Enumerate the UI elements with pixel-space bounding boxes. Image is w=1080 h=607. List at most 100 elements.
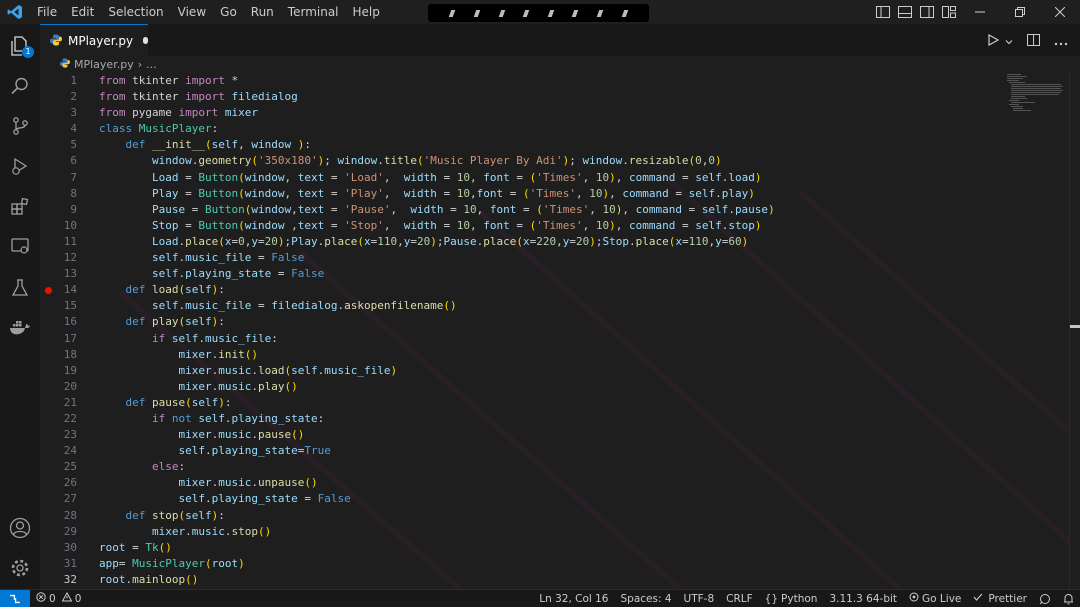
code-text: if not self.playing_state: [151, 411, 325, 425]
indentation[interactable]: Spaces: 4 [614, 590, 677, 607]
code-line: 9 Pause = Button(window,text = 'Pause', … [40, 202, 1040, 218]
line-number: 32 [63, 572, 77, 586]
docker-icon[interactable] [0, 308, 40, 348]
code-text: from tkinter import * [99, 74, 239, 87]
restore-icon[interactable] [1000, 0, 1040, 24]
code-text: window.geometry('350x180'); window.title… [151, 154, 722, 168]
line-number: 24 [63, 444, 77, 458]
go-live-button[interactable]: Go Live [903, 590, 967, 607]
menu-selection[interactable]: Selection [101, 0, 170, 24]
code-text: root.mainloop() [99, 572, 199, 586]
toggle-panel-icon[interactable] [894, 0, 916, 24]
remote-explorer-icon[interactable] [0, 226, 40, 266]
line-number: 31 [63, 556, 77, 570]
code-line: 14 def load(self): [40, 282, 1040, 298]
search-icon[interactable] [0, 66, 40, 106]
split-editor-icon[interactable] [1027, 31, 1040, 50]
source-control-icon[interactable] [0, 106, 40, 146]
menu-edit[interactable]: Edit [64, 0, 101, 24]
python-interpreter[interactable]: 3.11.3 64-bit [823, 590, 903, 607]
code-line: 30 root = Tk() [40, 540, 1040, 556]
toggle-primary-sidebar-icon[interactable] [872, 0, 894, 24]
breadcrumb-file[interactable]: MPlayer.py [74, 58, 134, 71]
code-line: 1 from tkinter import * [40, 73, 1040, 89]
run-debug-icon[interactable] [0, 146, 40, 186]
code-line: 19 mixer.music.load(self.music_file) [40, 363, 1040, 379]
code-text: self.playing_state=True [178, 444, 331, 458]
code-text: Stop = Button(window ,text = 'Stop', wid… [151, 218, 762, 232]
line-number: 8 [70, 186, 77, 200]
menu-file[interactable]: File [30, 0, 64, 24]
menu-terminal[interactable]: Terminal [281, 0, 346, 24]
line-number: 9 [70, 202, 77, 216]
close-icon[interactable] [1040, 0, 1080, 24]
prettier-button[interactable]: Prettier [967, 590, 1033, 607]
command-center[interactable] [428, 4, 649, 22]
language-mode[interactable]: {} Python [759, 590, 824, 607]
remote-indicator-icon[interactable] [0, 589, 30, 607]
code-text: class MusicPlayer: [99, 122, 219, 136]
customize-layout-icon[interactable] [938, 0, 960, 24]
menu-help[interactable]: Help [346, 0, 387, 24]
breadcrumb-more[interactable]: ... [146, 58, 157, 71]
line-number: 4 [70, 122, 77, 136]
feedback-icon[interactable] [1033, 593, 1057, 605]
code-text: Load = Button(window, text = 'Load', wid… [151, 170, 762, 184]
manage-gear-icon[interactable] [0, 548, 40, 588]
code-text: def __init__(self, window ): [125, 138, 311, 152]
problems-indicator[interactable]: 0 0 [36, 591, 81, 605]
code-text: self.playing_state = False [178, 492, 351, 506]
testing-icon[interactable] [0, 268, 40, 308]
vertical-scrollbar[interactable] [1069, 72, 1080, 589]
code-lines: 1 from tkinter import * 2 from tkinter imp… [40, 73, 1040, 588]
code-line: 21 def pause(self): [40, 395, 1040, 411]
code-line: 27 self.playing_state = False [40, 491, 1040, 507]
status-bar: 0 0 Ln 32, Col 16 Spaces: 4 UTF-8 CRLF {… [0, 589, 1080, 607]
code-text: mixer.music.unpause() [178, 476, 318, 490]
run-icon[interactable] [987, 31, 1000, 50]
go-live-label: Go Live [922, 593, 962, 605]
code-line: 20 mixer.music.play() [40, 379, 1040, 395]
more-icon[interactable] [1054, 31, 1068, 50]
line-number: 13 [63, 267, 77, 281]
chevron-right-icon: › [137, 57, 143, 71]
unsaved-dot-icon[interactable] [143, 37, 148, 44]
code-line: 6 window.geometry('350x180'); window.tit… [40, 153, 1040, 169]
prettier-label: Prettier [988, 593, 1027, 605]
account-icon[interactable] [0, 508, 40, 548]
code-editor[interactable]: 1 from tkinter import * 2 from tkinter imp… [40, 72, 1080, 589]
python-file-icon [50, 31, 62, 50]
title-bar-controls [872, 0, 1080, 24]
line-number: 30 [63, 540, 77, 554]
line-number: 11 [63, 234, 77, 248]
tab-mplayer[interactable]: MPlayer.py [40, 24, 148, 56]
menu-view[interactable]: View [171, 0, 213, 24]
menu-run[interactable]: Run [244, 0, 281, 24]
code-line: 25 else: [40, 459, 1040, 475]
code-line: 17 if self.music_file: [40, 331, 1040, 347]
minimap[interactable] [1005, 72, 1065, 112]
extensions-icon[interactable] [0, 186, 40, 226]
cursor-position[interactable]: Ln 32, Col 16 [533, 590, 614, 607]
code-line: 23 mixer.music.pause() [40, 427, 1040, 443]
code-line: 7 Load = Button(window, text = 'Load', w… [40, 170, 1040, 186]
encoding[interactable]: UTF-8 [678, 590, 721, 607]
code-text: mixer.music.load(self.music_file) [178, 363, 398, 377]
toggle-secondary-sidebar-icon[interactable] [916, 0, 938, 24]
code-text: def pause(self): [125, 395, 232, 409]
chevron-down-icon[interactable] [1005, 31, 1013, 50]
code-line: 22 if not self.playing_state: [40, 411, 1040, 427]
code-text: def play(self): [125, 315, 225, 329]
line-number: 26 [63, 476, 77, 490]
minimize-icon[interactable] [960, 0, 1000, 24]
cursor-position-marker [1070, 325, 1080, 328]
line-number: 23 [63, 428, 77, 442]
menu-go[interactable]: Go [213, 0, 244, 24]
code-text: mixer.init() [178, 347, 258, 361]
line-number: 2 [70, 90, 77, 104]
notifications-bell-icon[interactable] [1057, 593, 1080, 605]
language-label: Python [781, 593, 818, 605]
line-number: 20 [63, 379, 77, 393]
explorer-icon[interactable]: 1 [0, 26, 40, 66]
end-of-line[interactable]: CRLF [720, 590, 759, 607]
